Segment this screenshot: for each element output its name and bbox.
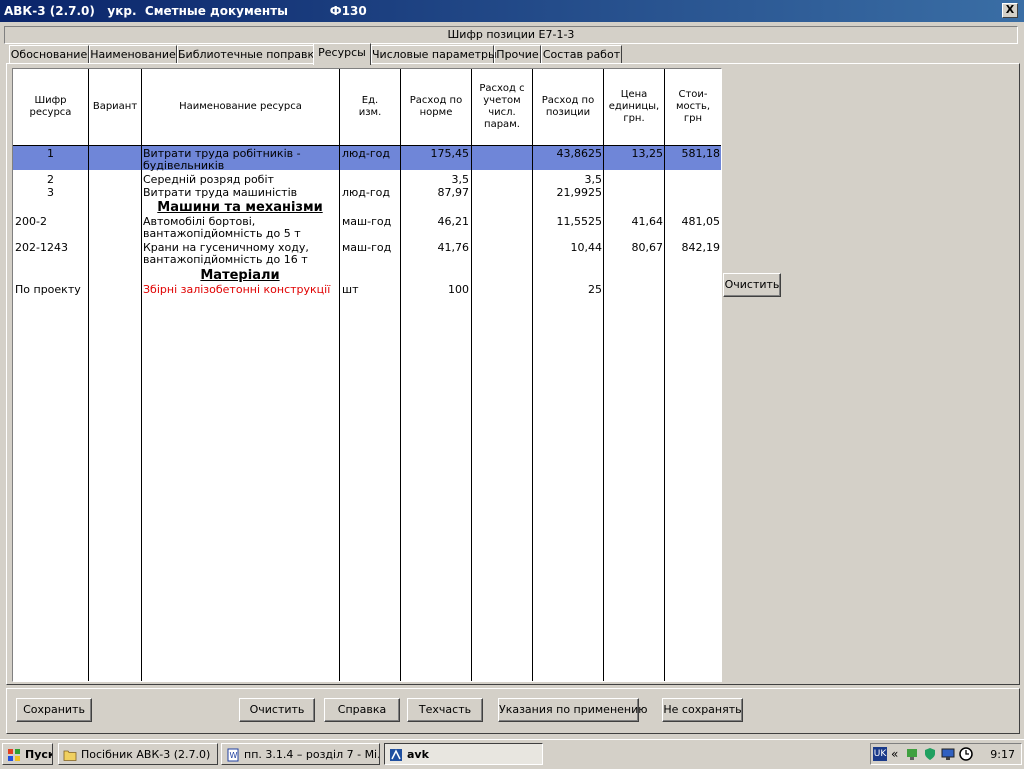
column-divider bbox=[400, 69, 401, 681]
language-indicator[interactable]: UK bbox=[873, 747, 887, 761]
network-icon[interactable] bbox=[905, 747, 919, 761]
taskbar-item-label: пп. 3.1.4 – розділ 7 - Мі... bbox=[244, 748, 380, 761]
dont-save-button[interactable]: Не сохранять bbox=[662, 698, 743, 722]
tab-numeric-params[interactable]: Числовые параметры bbox=[371, 45, 497, 64]
row-unit: шт bbox=[342, 283, 359, 296]
row-norm: 87,97 bbox=[437, 186, 470, 199]
svg-text:W: W bbox=[230, 751, 238, 760]
column-divider bbox=[471, 69, 472, 681]
row-norm: 100 bbox=[448, 283, 469, 296]
col-header-variant[interactable]: Вариант bbox=[89, 69, 141, 145]
col-header-norm[interactable]: Расход по норме bbox=[401, 69, 471, 145]
taskbar-item-label: avk bbox=[407, 748, 429, 761]
row-code: 2 bbox=[47, 173, 54, 186]
row-position: 3,5 bbox=[584, 173, 603, 186]
tab-obosnovanie[interactable]: Обоснование bbox=[9, 45, 89, 64]
col-header-price[interactable]: Цена единицы, грн. bbox=[604, 69, 664, 145]
clear-row-button[interactable]: Очистить bbox=[723, 273, 781, 297]
row-name: Автомобілі бортові, вантажопідйомність д… bbox=[143, 215, 301, 240]
instructions-button[interactable]: Указания по применению bbox=[498, 698, 648, 722]
taskbar-item-word[interactable]: W пп. 3.1.4 – розділ 7 - Мі... bbox=[221, 743, 380, 765]
row-unit: маш-год bbox=[342, 215, 392, 228]
clock-time[interactable]: 9:17 bbox=[990, 748, 1015, 761]
col-header-position[interactable]: Расход по позиции bbox=[533, 69, 603, 145]
row-unit: люд-год bbox=[342, 186, 390, 199]
window-title: АВК-3 (2.7.0) укр. Сметные документы Ф13… bbox=[4, 4, 367, 18]
row-position: 21,9925 bbox=[556, 186, 603, 199]
word-document-icon: W bbox=[227, 748, 239, 762]
clear-button[interactable]: Очистить bbox=[239, 698, 315, 722]
position-code: Шифр позиции Е7-1-3 bbox=[4, 26, 1018, 44]
row-position: 10,44 bbox=[570, 241, 603, 254]
column-divider bbox=[664, 69, 665, 681]
row-name: Середній розряд робіт bbox=[143, 173, 274, 186]
tab-naimenovanie[interactable]: Наименование bbox=[89, 45, 177, 64]
row-unit: люд-год bbox=[342, 147, 390, 160]
row-cost: 581,18 bbox=[681, 147, 721, 160]
clock-icon[interactable] bbox=[959, 747, 973, 761]
taskbar-item-folder[interactable]: Посібник АВК-3 (2.7.0) bbox=[58, 743, 218, 765]
section-heading-machines: Машини та механізми bbox=[157, 200, 323, 215]
save-button[interactable]: Сохранить bbox=[16, 698, 92, 722]
row-norm: 3,5 bbox=[451, 173, 470, 186]
tab-work-composition[interactable]: Состав работ bbox=[541, 45, 622, 64]
row-name: Збірні залізобетонні конструкції bbox=[143, 283, 331, 296]
system-tray: UK « 9:17 bbox=[870, 743, 1022, 765]
row-name: Витрати труда машиністів bbox=[143, 186, 298, 199]
col-header-name[interactable]: Наименование ресурса bbox=[142, 69, 339, 145]
resources-grid[interactable]: Шифр ресурса Вариант Наименование ресурс… bbox=[12, 68, 722, 682]
col-header-code[interactable]: Шифр ресурса bbox=[13, 69, 88, 145]
column-divider bbox=[339, 69, 340, 681]
taskbar-item-label: Посібник АВК-3 (2.7.0) bbox=[81, 748, 211, 761]
tray-expand-icon[interactable]: « bbox=[891, 747, 898, 761]
row-norm: 46,21 bbox=[437, 215, 470, 228]
row-position: 25 bbox=[588, 283, 602, 296]
tab-library-corrections[interactable]: Библиотечные поправки bbox=[177, 45, 321, 64]
start-label: Пуск bbox=[25, 748, 53, 761]
row-position: 11,5525 bbox=[556, 215, 603, 228]
row-code: 1 bbox=[47, 147, 54, 160]
header-divider bbox=[13, 145, 721, 146]
col-header-unit[interactable]: Ед. изм. bbox=[340, 69, 400, 145]
start-button[interactable]: Пуск bbox=[2, 743, 53, 765]
taskbar: Пуск Посібник АВК-3 (2.7.0) W пп. 3.1.4 … bbox=[0, 739, 1024, 769]
close-button[interactable]: X bbox=[1002, 3, 1018, 18]
column-divider bbox=[88, 69, 89, 681]
row-code: 202-1243 bbox=[15, 241, 68, 254]
row-norm: 41,76 bbox=[437, 241, 470, 254]
column-divider bbox=[141, 69, 142, 681]
row-norm: 175,45 bbox=[430, 147, 470, 160]
section-heading-materials: Матеріали bbox=[200, 268, 280, 283]
techpart-button[interactable]: Техчасть bbox=[407, 698, 483, 722]
row-code: По проекту bbox=[15, 283, 81, 296]
column-divider bbox=[532, 69, 533, 681]
tab-resources[interactable]: Ресурсы bbox=[313, 43, 371, 65]
windows-logo-icon bbox=[8, 749, 20, 761]
row-price: 13,25 bbox=[631, 147, 664, 160]
row-name: Витрати труда робітників - будівельників bbox=[143, 147, 301, 172]
row-cost: 481,05 bbox=[681, 215, 721, 228]
tab-other[interactable]: Прочие bbox=[494, 45, 541, 64]
title-bar[interactable]: АВК-3 (2.7.0) укр. Сметные документы Ф13… bbox=[0, 0, 1024, 22]
row-name: Крани на гусеничному ходу, вантажопідйом… bbox=[143, 241, 309, 266]
row-position: 43,8625 bbox=[556, 147, 603, 160]
col-header-adjusted[interactable]: Расход с учетом числ. парам. bbox=[472, 69, 532, 145]
taskbar-item-avk[interactable]: avk bbox=[384, 743, 543, 765]
row-code: 3 bbox=[47, 186, 54, 199]
folder-icon bbox=[63, 750, 77, 761]
row-unit: маш-год bbox=[342, 241, 392, 254]
help-button[interactable]: Справка bbox=[324, 698, 400, 722]
col-header-cost[interactable]: Стои- мость, грн bbox=[665, 69, 721, 145]
row-code: 200-2 bbox=[15, 215, 47, 228]
shield-icon[interactable] bbox=[923, 747, 937, 761]
row-price: 80,67 bbox=[631, 241, 664, 254]
column-divider bbox=[603, 69, 604, 681]
avk-app-icon bbox=[390, 749, 402, 761]
row-price: 41,64 bbox=[631, 215, 664, 228]
row-cost: 842,19 bbox=[681, 241, 721, 254]
monitor-icon[interactable] bbox=[941, 747, 955, 761]
